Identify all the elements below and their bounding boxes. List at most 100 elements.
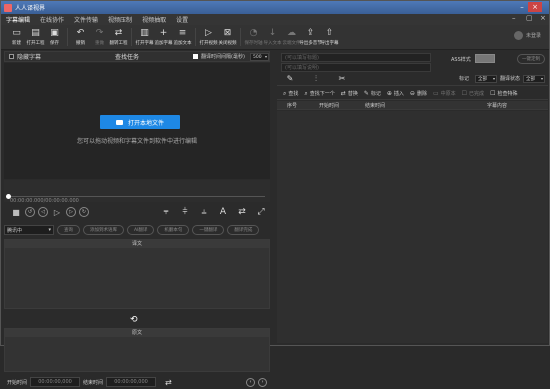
edit-icon[interactable]: ✎ [277, 74, 303, 83]
toolbar-button-9[interactable]: ▷ 打开视频 [199, 25, 218, 49]
user-name: 未登录 [525, 33, 541, 39]
filter-icon: ☐ [461, 90, 468, 97]
filter-icon: ☐ [490, 90, 496, 97]
timeline-icon[interactable]: ⫶ [303, 74, 329, 84]
translate-state-select[interactable]: 全部 ▾ [523, 74, 545, 83]
menu-item-extract[interactable]: 视频抽取 [137, 15, 171, 24]
subtitle-tools: ✎ ⫶ ✂ 标记 全部 ▾ 翻译状态 全部 ▾ [277, 72, 548, 86]
import-text-icon: ↓ [268, 27, 277, 38]
filter-item-4[interactable]: ⊕ 插入 [387, 90, 404, 97]
filter-item-1[interactable]: ⌕ 查找下一个 [304, 90, 334, 98]
toolbar-button-1[interactable]: ▤ 打开工程 [26, 25, 45, 49]
timeline-track[interactable]: 00:00:00.000/00:00:00.000 [4, 180, 270, 204]
filter-item-5[interactable]: ⊖ 删除 [410, 90, 427, 97]
filter-item-8[interactable]: ☐ 检查特殊 [490, 90, 517, 97]
toolbar-button-7[interactable]: + 追加字幕 [154, 25, 173, 49]
subtitle-table-body[interactable] [277, 111, 548, 343]
start-time-input[interactable]: 00:00:00,000 [30, 377, 81, 387]
swap-text-icon[interactable]: ⟲ [130, 315, 138, 325]
shift-time-checkbox[interactable] [193, 54, 198, 59]
toolbar-button-5[interactable]: ⇄ 翻转工程 [109, 25, 128, 49]
align-top-icon[interactable]: ⫧ [160, 206, 172, 218]
translate-option-4[interactable]: 一键翻译 [192, 225, 225, 235]
swap-icon[interactable]: ⇄ [236, 206, 248, 218]
translate-option-1[interactable]: 添加到术语库 [83, 225, 124, 235]
minimize-icon[interactable]: – [515, 2, 529, 12]
toolbar-button-6[interactable]: ▥ 打开字幕 [135, 25, 154, 49]
mark-label: 标记 [458, 76, 469, 82]
forward-icon[interactable]: ▷ [66, 207, 76, 217]
filter-icon: ⊕ [386, 90, 392, 97]
rewind-icon[interactable]: ↺ [25, 207, 35, 217]
format-controls: ⫧ ⫩ ⫨ A ⇄ ⤢ [156, 202, 270, 222]
tools-icon[interactable]: ✂ [329, 74, 355, 83]
ass-style-select[interactable] [475, 54, 495, 63]
description-input[interactable]: (可以填写说明) [281, 63, 431, 72]
back-icon[interactable]: ◁ [38, 207, 48, 217]
save-icon: ▣ [50, 27, 59, 38]
toolbar-button-11[interactable]: ◔ 保存时轴 [244, 25, 263, 49]
menu-item-transfer[interactable]: 文件传输 [69, 15, 103, 24]
window-maximize-icon[interactable]: ▢ [521, 14, 533, 22]
title-input[interactable]: (可以填写标题) [281, 53, 431, 62]
translate-option-2[interactable]: AI翻译 [127, 225, 155, 235]
toolbar-button-0[interactable]: ▭ 新建 [7, 25, 26, 49]
window-minimize-icon[interactable]: – [507, 14, 519, 22]
hide-subtitle-checkbox[interactable] [9, 54, 14, 59]
drop-hint: 您可以拖动视频和字幕文件到软件中进行编辑 [76, 138, 197, 145]
stop-icon[interactable]: ■ [10, 206, 22, 218]
translate-option-0[interactable]: 查询 [57, 225, 80, 235]
menu-item-collab[interactable]: 在线协作 [35, 15, 69, 24]
col-index: 序号 [287, 102, 298, 109]
new-file-icon: ▭ [12, 27, 21, 38]
apply-time-icon[interactable]: ⇄ [165, 378, 172, 387]
font-size-icon[interactable]: A [217, 206, 229, 218]
menu-item-settings[interactable]: 设置 [171, 15, 193, 24]
filter-item-3[interactable]: ✎ 标记 [364, 90, 381, 97]
filter-item-2[interactable]: ⇄ 替换 [341, 90, 358, 97]
end-time-input[interactable]: 00:00:00,000 [106, 377, 157, 387]
translation-box[interactable]: 译文 [4, 239, 270, 309]
filter-icon: ⇄ [340, 90, 346, 97]
open-local-file-button[interactable]: 打开本地文件 [100, 115, 180, 129]
toolbar-label: 追加字幕 [154, 40, 173, 46]
close-icon[interactable]: × [528, 2, 542, 12]
shift-time-select[interactable]: 500 ▾ [250, 53, 269, 61]
filter-label: 替换 [347, 91, 358, 97]
translate-option-3[interactable]: 机翻本句 [157, 225, 190, 235]
toolbar-button-2[interactable]: ▣ 保存 [45, 25, 64, 49]
toolbar-button-12[interactable]: ↓ 导入文本 [263, 25, 282, 49]
window-close-icon[interactable]: × [535, 14, 547, 22]
menu-item-subtitle-edit[interactable]: 字幕编辑 [1, 15, 35, 24]
toolbar-button-14[interactable]: ⇪ 导出多音节 [299, 25, 322, 49]
toolbar-button-15[interactable]: ⇧ 导出字幕 [320, 25, 339, 49]
video-area[interactable]: 打开本地文件 您可以拖动视频和字幕文件到软件中进行编辑 [4, 63, 270, 179]
toolbar-button-13[interactable]: ☁ 云端文件 [282, 25, 301, 49]
translate-option-5[interactable]: 翻译完成 [227, 225, 260, 235]
user-area[interactable]: 未登录 [513, 31, 541, 40]
one-key-button[interactable]: 一键定制 [517, 54, 545, 64]
filter-label: 已完成 [469, 91, 485, 97]
toolbar-button-10[interactable]: ⊠ 关闭视频 [218, 25, 237, 49]
filter-label: 检查特殊 [497, 91, 518, 97]
prev-icon[interactable]: ‹ [246, 377, 255, 387]
shift-time-value: 500 [253, 54, 262, 60]
filter-item-6[interactable]: ▭ 中原本 [433, 90, 456, 97]
next-icon[interactable]: › [258, 377, 267, 387]
fullscreen-icon[interactable]: ⤢ [255, 206, 267, 218]
filter-item-7[interactable]: ☐ 已完成 [462, 90, 484, 97]
menu-item-compress[interactable]: 视频压制 [103, 15, 137, 24]
toolbar-label: 翻转工程 [109, 40, 128, 46]
align-bottom-icon[interactable]: ⫨ [198, 206, 210, 218]
mark-filter-select[interactable]: 全部 ▾ [474, 74, 497, 83]
fast-forward-icon[interactable]: ↻ [79, 207, 89, 217]
toolbar-button-3[interactable]: ↶ 撤销 [71, 25, 90, 49]
play-icon[interactable]: ▷ [51, 206, 63, 218]
engine-select[interactable]: 腾讯中 ▾ [4, 225, 54, 235]
align-middle-icon[interactable]: ⫩ [179, 206, 191, 218]
toolbar-button-4[interactable]: ↷ 重做 [90, 25, 109, 49]
filter-item-0[interactable]: ⌕ 查找 [283, 90, 298, 98]
toolbar-separator [195, 28, 196, 46]
original-box[interactable]: 原文 [4, 328, 270, 372]
toolbar-button-8[interactable]: ≡ 追加文本 [173, 25, 192, 49]
